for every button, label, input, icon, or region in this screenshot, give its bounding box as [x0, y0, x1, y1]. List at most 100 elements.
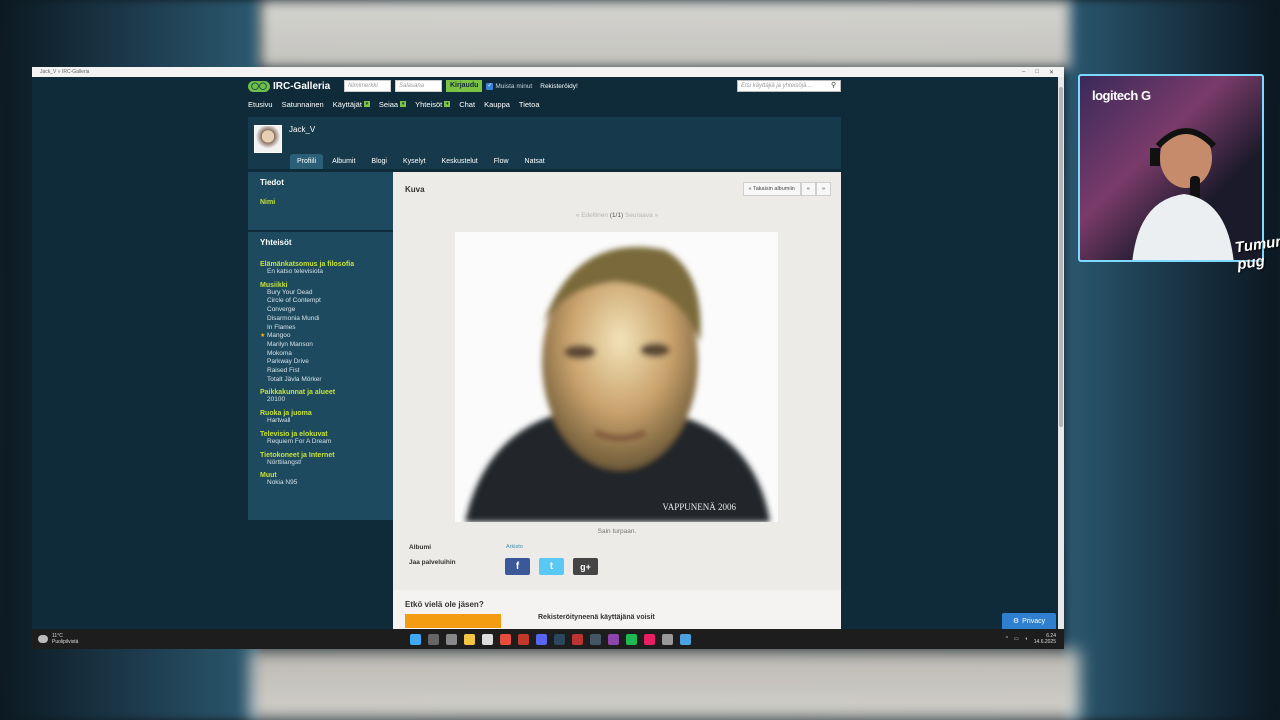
- tab-keskustelut[interactable]: Keskustelut: [435, 154, 485, 169]
- search-icon[interactable]: ⚲: [831, 82, 839, 90]
- nav-chat[interactable]: Chat: [459, 100, 475, 109]
- group-link[interactable]: ★ Mangoo: [260, 332, 381, 341]
- group-link[interactable]: Requiem For A Dream: [260, 438, 381, 447]
- sidebar-tiedot: Tiedot Nimi: [248, 172, 393, 230]
- settings-icon[interactable]: [662, 634, 673, 645]
- group-category-label[interactable]: Paikkakunnat ja alueet: [260, 389, 381, 396]
- minimize-icon[interactable]: –: [1022, 69, 1025, 76]
- remember-checkbox[interactable]: ✓ Muista minut: [486, 82, 532, 90]
- login-button[interactable]: Kirjaudu: [446, 80, 483, 92]
- close-icon[interactable]: ✕: [1049, 69, 1054, 76]
- nav-kayttajat-label: Käyttäjät: [332, 99, 362, 109]
- group-link[interactable]: En katso televisiota: [260, 268, 381, 277]
- group-link[interactable]: In Flames: [260, 324, 381, 333]
- background-bottom: [250, 650, 1080, 720]
- search-placeholder: Etsi käyttäjiä ja yhteisöjä...: [741, 83, 812, 89]
- group-category-label[interactable]: Musiikki: [260, 282, 381, 289]
- photo-panel: Kuva « Takaisin albumiin « » « Edellinen…: [393, 172, 841, 629]
- page-scrollbar[interactable]: [1058, 77, 1064, 629]
- app-icon[interactable]: [572, 634, 583, 645]
- group-link[interactable]: Nörttilangst!: [260, 459, 381, 468]
- group-category-label[interactable]: Televisio ja elokuvat: [260, 431, 381, 438]
- prev-photo-button[interactable]: «: [800, 182, 816, 196]
- facebook-icon[interactable]: f: [505, 558, 530, 575]
- privacy-button[interactable]: ⚙ Privacy: [1002, 613, 1056, 629]
- site-logo[interactable]: ◯◯ IRC-Galleria: [248, 80, 340, 92]
- password-input[interactable]: Salasana: [395, 80, 442, 92]
- tab-kyselyt[interactable]: Kyselyt: [396, 154, 433, 169]
- start-icon[interactable]: [410, 634, 421, 645]
- album-label: Albumi: [409, 544, 432, 551]
- browser-icon[interactable]: [500, 634, 511, 645]
- app-icon[interactable]: [518, 634, 529, 645]
- profile-photo[interactable]: VAPPUNENÄ 2006: [455, 232, 778, 522]
- nav-satunnainen[interactable]: Satunnainen: [282, 100, 324, 109]
- pager-next-link[interactable]: Seuraava »: [625, 212, 658, 219]
- maximize-icon[interactable]: □: [1035, 69, 1039, 76]
- nav-yhteisot[interactable]: Yhteisöt ▾: [415, 100, 451, 109]
- sidebar: Tiedot Nimi Yhteisöt Elämänkatsomus ja f…: [248, 172, 393, 629]
- nav-tietoa[interactable]: Tietoa: [519, 100, 540, 109]
- steam-icon[interactable]: [554, 634, 565, 645]
- nav-etusivu[interactable]: Etusivu: [248, 100, 273, 109]
- group-category-label[interactable]: Muut: [260, 472, 381, 479]
- clock[interactable]: 6.24 14.6.2025: [1034, 633, 1056, 645]
- google-plus-icon[interactable]: g+: [573, 558, 598, 575]
- gear-icon: ⚙: [1012, 618, 1020, 625]
- join-button[interactable]: [405, 614, 501, 628]
- sidebar-yhteisot-title: Yhteisöt: [260, 238, 292, 247]
- obs-icon[interactable]: [644, 634, 655, 645]
- search-icon[interactable]: [428, 634, 439, 645]
- group-link[interactable]: Totalt Jävla Mörker: [260, 376, 381, 385]
- tab-albumit[interactable]: Albumit: [325, 154, 362, 169]
- username-input[interactable]: Nimimerkki: [344, 80, 391, 92]
- group-link[interactable]: Nokia N95: [260, 479, 381, 488]
- tab-blogi[interactable]: Blogi: [364, 154, 394, 169]
- tab-flow[interactable]: Flow: [487, 154, 516, 169]
- group-link[interactable]: 20100: [260, 396, 381, 405]
- discord-icon[interactable]: [536, 634, 547, 645]
- site-search-input[interactable]: Etsi käyttäjiä ja yhteisöjä... ⚲: [737, 80, 841, 92]
- group-link[interactable]: Raised Fist: [260, 367, 381, 376]
- album-row: Albumi Arkisto: [409, 544, 523, 559]
- register-link[interactable]: Rekisteröidy!: [540, 83, 578, 90]
- nav-seiaa[interactable]: Seiaa ▾: [379, 100, 407, 109]
- group-link[interactable]: Circle of Contempt: [260, 297, 381, 306]
- volume-icon[interactable]: ◖: [1025, 636, 1028, 642]
- group-link[interactable]: Converge: [260, 306, 381, 315]
- scrollbar-thumb[interactable]: [1059, 87, 1063, 427]
- tab-profiili[interactable]: Profiili: [290, 154, 324, 169]
- spotify-icon[interactable]: [626, 634, 637, 645]
- group-link[interactable]: Marilyn Manson: [260, 341, 381, 350]
- browser-tab-title[interactable]: Jack_V » IRC-Galleria: [40, 69, 89, 75]
- network-icon[interactable]: ▭: [1014, 636, 1019, 642]
- group-category-label[interactable]: Elämänkatsomus ja filosofia: [260, 261, 381, 268]
- group-link[interactable]: Mokoma: [260, 350, 381, 359]
- folder-icon[interactable]: [464, 634, 475, 645]
- nav-kayttajat[interactable]: Käyttäjät ▾: [333, 100, 370, 109]
- weather-widget[interactable]: 11°C Puolipilvistä: [38, 633, 78, 645]
- group-link[interactable]: Parkway Drive: [260, 358, 381, 367]
- app-icon[interactable]: [608, 634, 619, 645]
- task-view-icon[interactable]: [446, 634, 457, 645]
- group-link[interactable]: Disarmonia Mundi: [260, 315, 381, 324]
- nav-kauppa[interactable]: Kauppa: [484, 100, 510, 109]
- join-description: Rekisteröityneenä käyttäjänä voisit: [538, 614, 655, 621]
- logo-text: IRC-Galleria: [273, 80, 331, 92]
- group-link[interactable]: Bury Your Dead: [260, 289, 381, 298]
- chevron-up-icon[interactable]: ^: [1006, 636, 1008, 642]
- group-category-label[interactable]: Ruoka ja juoma: [260, 410, 381, 417]
- avatar[interactable]: [254, 125, 282, 153]
- group-link[interactable]: Hartwall: [260, 417, 381, 426]
- twitter-icon[interactable]: t: [539, 558, 564, 575]
- pager-prev-link[interactable]: « Edellinen: [576, 212, 608, 219]
- back-to-album-button[interactable]: « Takaisin albumiin: [742, 182, 801, 196]
- share-label: Jaa palveluihin: [409, 559, 456, 566]
- album-link[interactable]: Arkisto: [506, 544, 523, 550]
- app-icon[interactable]: [680, 634, 691, 645]
- app-icon[interactable]: [590, 634, 601, 645]
- tab-natsat[interactable]: Natsat: [518, 154, 552, 169]
- store-icon[interactable]: [482, 634, 493, 645]
- next-photo-button[interactable]: »: [815, 182, 831, 196]
- group-category-label[interactable]: Tietokoneet ja Internet: [260, 452, 381, 459]
